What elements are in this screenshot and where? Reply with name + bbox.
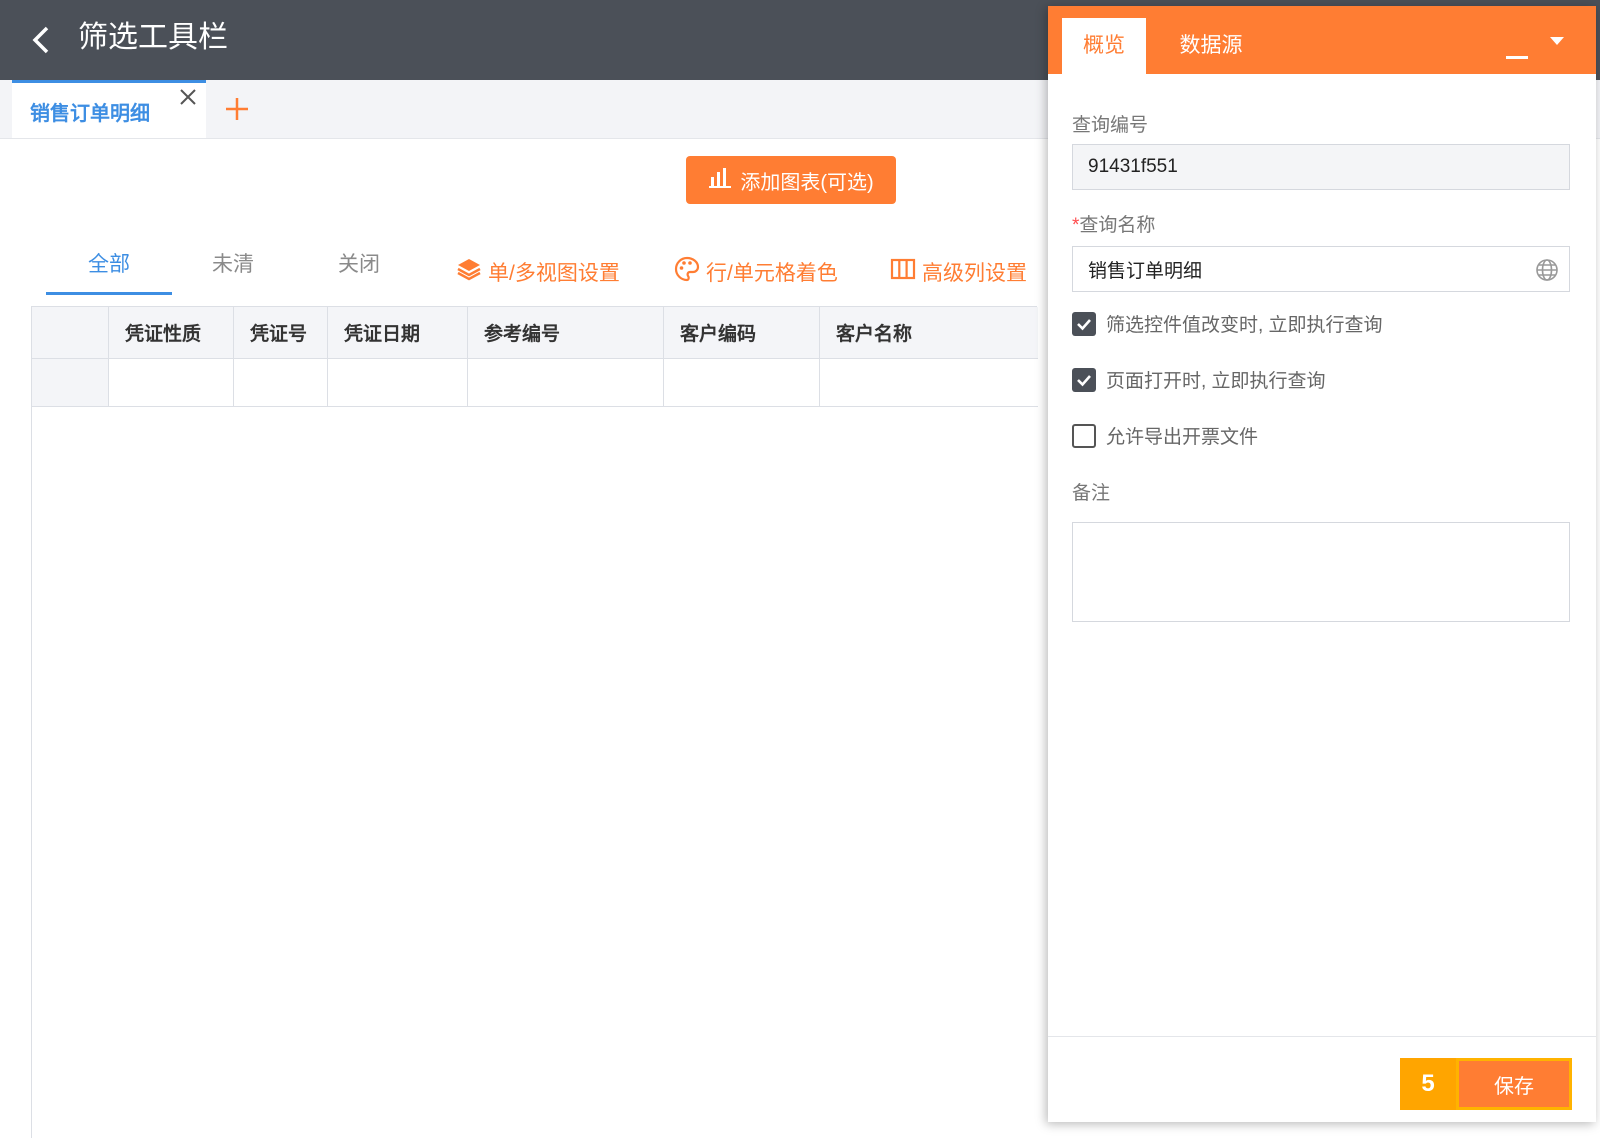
columns-icon — [890, 256, 916, 288]
globe-icon[interactable] — [1535, 258, 1559, 282]
panel-header: 概览 数据源 — [1048, 6, 1596, 74]
remark-textarea[interactable] — [1072, 522, 1570, 622]
status-tab-closed[interactable]: 关闭 — [338, 248, 380, 278]
column-header[interactable]: 客户名称 — [820, 307, 1038, 358]
back-arrow-icon[interactable] — [24, 22, 60, 58]
query-number-field[interactable]: 91431f551 — [1072, 144, 1570, 190]
status-tab-all[interactable]: 全部 — [88, 248, 130, 278]
column-header[interactable]: 客户编码 — [664, 307, 820, 358]
save-button[interactable]: 保存 — [1456, 1058, 1572, 1110]
query-number-value: 91431f551 — [1088, 156, 1178, 177]
query-name-label: *查询名称 — [1072, 210, 1155, 237]
table-row[interactable] — [32, 359, 1038, 407]
row-header-cell — [32, 359, 109, 406]
cell-coloring-link[interactable]: 行/单元格着色 — [674, 256, 838, 288]
view-settings-link[interactable]: 单/多视图设置 — [456, 256, 620, 288]
grid-header-row: 凭证性质 凭证号 凭证日期 参考编号 客户编码 客户名称 — [32, 307, 1038, 359]
checkbox-unchecked-icon[interactable] — [1072, 423, 1096, 448]
panel-footer-divider — [1048, 1036, 1596, 1037]
layers-icon — [456, 256, 482, 288]
row-header-corner — [32, 307, 109, 358]
step-number-badge: 5 — [1400, 1058, 1456, 1110]
table-cell[interactable] — [234, 359, 328, 406]
column-settings-link[interactable]: 高级列设置 — [890, 256, 1027, 288]
data-grid: 凭证性质 凭证号 凭证日期 参考编号 客户编码 客户名称 — [31, 306, 1038, 1138]
tab-overview[interactable]: 概览 — [1062, 18, 1146, 74]
query-name-label-text: 查询名称 — [1079, 215, 1156, 236]
table-cell[interactable] — [664, 359, 820, 406]
column-header[interactable]: 凭证性质 — [109, 307, 234, 358]
cell-coloring-label: 行/单元格着色 — [706, 262, 838, 285]
checkbox-auto-query-on-open[interactable]: 页面打开时, 立即执行查询 — [1072, 366, 1326, 393]
checkbox-checked-icon[interactable] — [1072, 367, 1096, 392]
checkbox-label: 允许导出开票文件 — [1106, 427, 1259, 448]
bar-chart-icon — [708, 165, 732, 195]
checkbox-label: 筛选控件值改变时, 立即执行查询 — [1106, 315, 1383, 336]
column-header[interactable]: 凭证日期 — [328, 307, 468, 358]
remark-label: 备注 — [1072, 483, 1111, 504]
document-tab[interactable]: 销售订单明细 — [12, 80, 206, 138]
query-number-label: 查询编号 — [1072, 115, 1149, 136]
column-settings-label: 高级列设置 — [922, 262, 1027, 285]
table-cell[interactable] — [820, 359, 1038, 406]
active-tab-underline — [46, 292, 172, 295]
checkbox-allow-invoice-export[interactable]: 允许导出开票文件 — [1072, 422, 1258, 449]
add-tab-plus-icon[interactable] — [224, 96, 250, 122]
status-tab-open[interactable]: 未清 — [212, 248, 254, 278]
checkbox-auto-query-on-filter-change[interactable]: 筛选控件值改变时, 立即执行查询 — [1072, 310, 1383, 337]
document-tab-label: 销售订单明细 — [30, 103, 150, 125]
table-cell[interactable] — [109, 359, 234, 406]
table-cell[interactable] — [328, 359, 468, 406]
query-name-value: 销售订单明细 — [1088, 260, 1203, 282]
minimize-icon[interactable] — [1506, 46, 1528, 60]
add-chart-label: 添加图表(可选) — [740, 171, 874, 194]
page-title: 筛选工具栏 — [78, 21, 228, 54]
query-settings-panel: 概览 数据源 查询编号 91431f551 *查询名称 销售订单明细 筛选控件值… — [1048, 6, 1596, 1122]
column-header[interactable]: 凭证号 — [234, 307, 328, 358]
checkbox-checked-icon[interactable] — [1072, 311, 1096, 336]
column-header[interactable]: 参考编号 — [468, 307, 664, 358]
chevron-down-icon[interactable] — [1548, 34, 1566, 48]
checkbox-label: 页面打开时, 立即执行查询 — [1106, 371, 1326, 392]
view-settings-label: 单/多视图设置 — [488, 262, 620, 285]
add-chart-button[interactable]: 添加图表(可选) — [686, 156, 896, 204]
query-name-input[interactable]: 销售订单明细 — [1072, 246, 1570, 292]
table-cell[interactable] — [468, 359, 664, 406]
palette-icon — [674, 256, 700, 288]
tab-datasource[interactable]: 数据源 — [1156, 18, 1266, 74]
close-icon[interactable] — [178, 87, 198, 107]
